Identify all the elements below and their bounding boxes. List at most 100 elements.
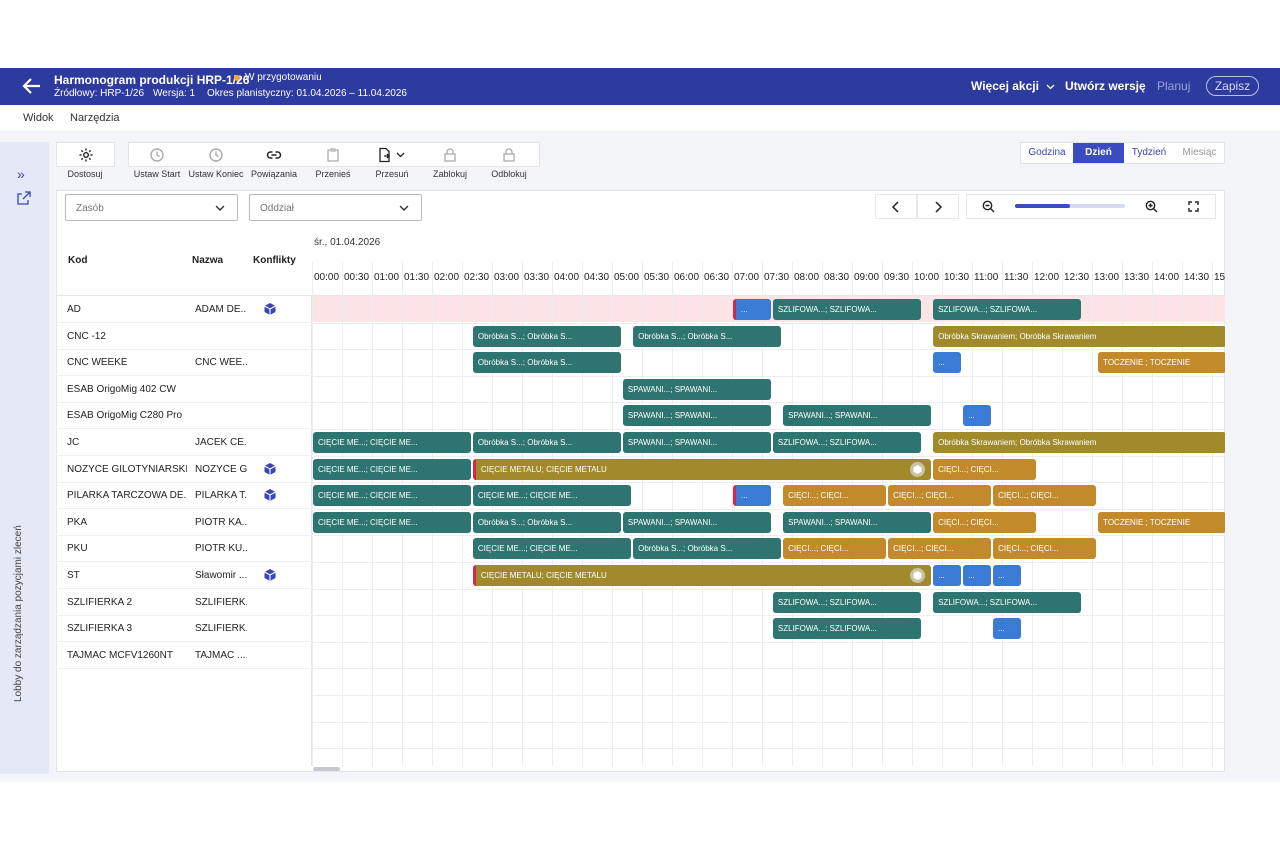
prev-button[interactable] bbox=[875, 194, 917, 219]
menu-view[interactable]: Widok bbox=[23, 112, 54, 124]
task-bar[interactable]: ... bbox=[933, 352, 962, 374]
task-bar[interactable]: SZLIFOWA...; SZLIFOWA... bbox=[933, 299, 1082, 320]
task-bar[interactable]: ... bbox=[963, 565, 992, 586]
resource-row[interactable]: PILARKA TARCZOWA DE... PILARKA T... bbox=[56, 482, 312, 510]
task-bar[interactable]: SZLIFOWA...; SZLIFOWA... bbox=[772, 299, 921, 320]
task-bar[interactable]: ... bbox=[733, 299, 771, 320]
conflict-cube-icon[interactable] bbox=[263, 568, 277, 582]
task-bar[interactable]: Obróbka S...; Obróbka S... bbox=[472, 511, 621, 533]
task-bar[interactable]: CIĘCIE ME...; CIĘCIE ME... bbox=[472, 485, 632, 507]
resource-row[interactable]: NOŻYCE GILOTYNIARSKIE NOŻYCE G... bbox=[56, 456, 312, 483]
resource-row[interactable]: SZLIFIERKA 2 SZLIFIERK... bbox=[56, 589, 312, 616]
timeline-tick bbox=[402, 262, 403, 296]
task-bar[interactable]: SZLIFOWA...; SZLIFOWA... bbox=[933, 591, 1082, 613]
task-bar[interactable]: Obróbka S...; Obróbka S... bbox=[633, 325, 782, 347]
task-bar[interactable]: Obróbka S...; Obróbka S... bbox=[472, 352, 621, 374]
plan-button[interactable]: Planuj bbox=[1157, 79, 1190, 93]
task-bar[interactable]: CIĘCI...; CIĘCI... bbox=[993, 538, 1097, 560]
resource-row[interactable]: SZLIFIERKA 3 SZLIFIERK... bbox=[56, 615, 312, 643]
task-bar[interactable]: ... bbox=[733, 485, 771, 507]
task-bar[interactable]: CIĘCI...; CIĘCI... bbox=[933, 458, 1037, 480]
conflict-cube-icon[interactable] bbox=[263, 462, 277, 476]
shift-chevron-down-icon[interactable] bbox=[396, 152, 405, 158]
task-bar[interactable]: SZLIFOWA...; SZLIFOWA... bbox=[772, 432, 921, 453]
task-bar[interactable]: Obróbka Skrawaniem; Obróbka Skrawaniem bbox=[933, 325, 1225, 347]
task-bar[interactable]: CIĘCI...; CIĘCI... bbox=[888, 538, 992, 560]
task-bar[interactable]: ... bbox=[963, 405, 992, 427]
task-bar[interactable]: CIĘCIE METALU; CIĘCIE METALU bbox=[472, 565, 932, 586]
resource-row[interactable]: CNC -12 bbox=[56, 323, 312, 350]
gantt-chart-area[interactable]: ... SZLIFOWA...; SZLIFOWA... SZLIFOWA...; … bbox=[312, 296, 1225, 766]
task-bar[interactable]: CIĘCIE METALU; CIĘCIE METALU bbox=[472, 458, 932, 480]
task-bar[interactable]: CIĘCIE ME...; CIĘCIE ME... bbox=[313, 511, 471, 533]
task-bar[interactable]: Obróbka Skrawaniem; Obróbka Skrawaniem bbox=[933, 432, 1225, 453]
task-bar[interactable]: SPAWANI...; SPAWANI... bbox=[622, 405, 771, 427]
expand-double-chevron-icon[interactable]: » bbox=[17, 166, 25, 182]
task-bar[interactable]: CIĘCI...; CIĘCI... bbox=[783, 485, 887, 507]
task-bar[interactable]: TOCZENIE ; TOCZENIE bbox=[1098, 352, 1225, 374]
resource-row[interactable]: CNC WEEKE CNC WEE... bbox=[56, 349, 312, 377]
move-clipboard-icon[interactable] bbox=[325, 147, 341, 163]
task-bar[interactable]: CIĘCIE ME...; CIĘCIE ME... bbox=[313, 458, 471, 480]
task-bar[interactable]: CIĘCI...; CIĘCI... bbox=[993, 485, 1097, 507]
zoom-slider[interactable] bbox=[1015, 204, 1125, 208]
view-month-button[interactable]: Miesiąc bbox=[1174, 143, 1225, 163]
task-bar[interactable]: Obróbka S...; Obróbka S... bbox=[472, 325, 621, 347]
menu-tools[interactable]: Narzędzia bbox=[70, 112, 120, 124]
conflict-cube-icon[interactable] bbox=[263, 488, 277, 502]
task-bar[interactable]: CIĘCI...; CIĘCI... bbox=[783, 538, 887, 560]
lock-icon[interactable] bbox=[443, 147, 457, 163]
link-icon[interactable] bbox=[266, 147, 282, 163]
zoom-in-icon[interactable] bbox=[1145, 200, 1158, 213]
open-external-icon[interactable] bbox=[16, 190, 32, 206]
task-bar[interactable]: Obróbka S...; Obróbka S... bbox=[472, 432, 621, 453]
task-bar[interactable]: CIĘCIE ME...; CIĘCIE ME... bbox=[472, 538, 632, 560]
task-bar[interactable]: SPAWANI...; SPAWANI... bbox=[622, 511, 771, 533]
back-arrow-icon[interactable] bbox=[20, 74, 44, 98]
shift-document-icon[interactable] bbox=[377, 147, 393, 163]
horizontal-scrollbar[interactable] bbox=[313, 767, 340, 771]
resource-row[interactable]: JC JACEK CE... bbox=[56, 429, 312, 456]
task-bar[interactable]: SPAWANI...; SPAWANI... bbox=[622, 378, 771, 400]
task-bar[interactable]: CIĘCIE ME...; CIĘCIE ME... bbox=[313, 485, 471, 507]
task-bar[interactable]: CIĘCIE ME...; CIĘCIE ME... bbox=[313, 432, 471, 453]
create-version-button[interactable]: Utwórz wersję bbox=[1065, 79, 1146, 93]
task-bar[interactable]: SPAWANI...; SPAWANI... bbox=[783, 511, 932, 533]
view-hour-button[interactable]: Godzina bbox=[1021, 143, 1073, 163]
unlock-icon[interactable] bbox=[502, 147, 516, 163]
task-bar[interactable]: CIĘCI...; CIĘCI... bbox=[888, 485, 992, 507]
task-bar[interactable]: Obróbka S...; Obróbka S... bbox=[633, 538, 782, 560]
next-button[interactable] bbox=[917, 194, 959, 219]
save-button[interactable]: Zapisz bbox=[1206, 76, 1259, 96]
task-bar[interactable]: SZLIFOWA...; SZLIFOWA... bbox=[772, 591, 921, 613]
resource-select[interactable]: Zasób bbox=[65, 194, 238, 221]
set-start-icon[interactable] bbox=[149, 147, 165, 163]
view-week-button[interactable]: Tydzień bbox=[1124, 143, 1174, 163]
task-bar[interactable]: SPAWANI...; SPAWANI... bbox=[783, 405, 932, 427]
set-end-icon[interactable] bbox=[208, 147, 224, 163]
view-day-button[interactable]: Dzień bbox=[1073, 143, 1124, 163]
resource-row[interactable]: ESAB OrigoMig C280 Pro bbox=[56, 402, 312, 430]
zoom-out-icon[interactable] bbox=[982, 200, 995, 213]
task-bar[interactable]: ... bbox=[933, 565, 962, 586]
customize-button[interactable] bbox=[56, 142, 115, 167]
task-bar[interactable]: CIĘCI...; CIĘCI... bbox=[933, 511, 1037, 533]
task-bar[interactable]: SZLIFOWA...; SZLIFOWA... bbox=[772, 618, 921, 640]
column-header-conflicts[interactable]: Konflikty bbox=[253, 255, 296, 266]
more-actions-button[interactable]: Więcej akcji bbox=[971, 79, 1055, 93]
task-bar[interactable]: ... bbox=[993, 565, 1022, 586]
resource-row[interactable]: TAJMAC MCFV1260NT TAJMAC ... bbox=[56, 642, 312, 669]
column-header-code[interactable]: Kod bbox=[68, 255, 87, 266]
resource-row[interactable]: PKU PIOTR KU... bbox=[56, 535, 312, 563]
conflict-cube-icon[interactable] bbox=[263, 302, 277, 316]
task-bar[interactable]: SPAWANI...; SPAWANI... bbox=[622, 432, 771, 453]
resource-row[interactable]: PKA PIOTR KA... bbox=[56, 509, 312, 536]
task-bar[interactable]: ... bbox=[993, 618, 1022, 640]
department-select[interactable]: Oddział bbox=[249, 194, 422, 221]
resource-row[interactable]: ST Sławomir ... bbox=[56, 562, 312, 589]
column-header-name[interactable]: Nazwa bbox=[192, 255, 223, 266]
task-bar[interactable]: TOCZENIE ; TOCZENIE bbox=[1098, 511, 1225, 533]
resource-row[interactable]: AD ADAM DE... bbox=[56, 296, 312, 323]
fullscreen-icon[interactable] bbox=[1188, 201, 1199, 212]
resource-row[interactable]: ESAB OrigoMig 402 CW bbox=[56, 376, 312, 403]
